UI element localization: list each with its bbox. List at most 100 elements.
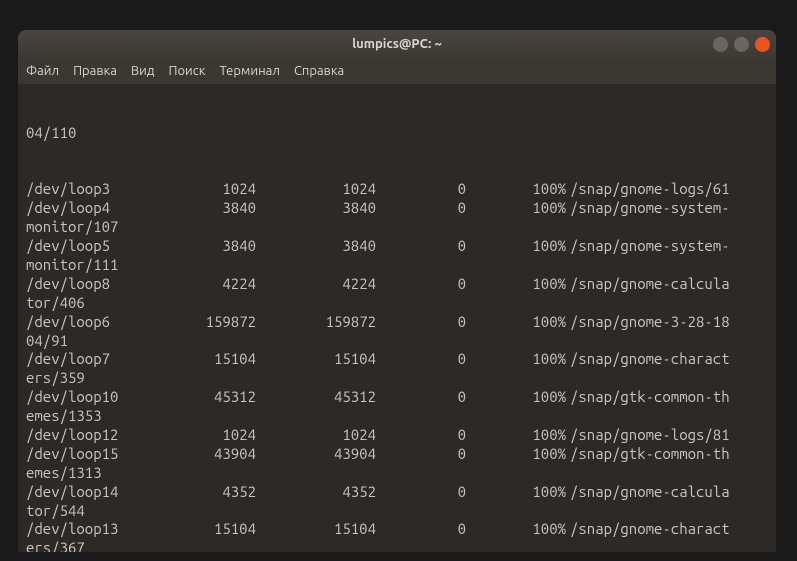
window-controls: [713, 37, 770, 52]
output-wrap-line: ers/359: [26, 369, 768, 388]
cell-avail: 0: [376, 199, 466, 218]
menu-view[interactable]: Вид: [131, 64, 155, 78]
cell-size: 159872: [136, 313, 256, 332]
terminal-window: lumpics@PC: ~ Файл Правка Вид Поиск Терм…: [18, 30, 776, 552]
table-row: /dev/loop1543904439040100%/snap/gtk-comm…: [26, 445, 768, 464]
cell-filesystem: /dev/loop5: [26, 237, 136, 256]
output-wrap-line: 04/91: [26, 332, 768, 351]
cell-mount: /snap/gnome-3-28-18: [566, 313, 730, 332]
cell-used: 4352: [256, 483, 376, 502]
cell-usepct: 100%: [466, 237, 566, 256]
output-wrap-line: emes/1353: [26, 407, 768, 426]
cell-mount: /snap/gnome-charact: [566, 520, 730, 539]
cell-filesystem: /dev/loop10: [26, 388, 136, 407]
cell-filesystem: /dev/loop15: [26, 445, 136, 464]
cell-size: 3840: [136, 199, 256, 218]
cell-avail: 0: [376, 426, 466, 445]
cell-filesystem: /dev/loop4: [26, 199, 136, 218]
cell-size: 43904: [136, 445, 256, 464]
output-wrap-line: tor/406: [26, 294, 768, 313]
cell-used: 15104: [256, 350, 376, 369]
cell-usepct: 100%: [466, 180, 566, 199]
menu-terminal[interactable]: Терминал: [219, 64, 279, 78]
close-icon[interactable]: [755, 37, 770, 52]
cell-filesystem: /dev/loop14: [26, 483, 136, 502]
cell-usepct: 100%: [466, 445, 566, 464]
menubar: Файл Правка Вид Поиск Терминал Справка: [18, 58, 776, 84]
cell-filesystem: /dev/loop3: [26, 180, 136, 199]
cell-filesystem: /dev/loop13: [26, 520, 136, 539]
table-row: /dev/loop4384038400100%/snap/gnome-syste…: [26, 199, 768, 218]
cell-mount: /snap/gnome-system-: [566, 237, 730, 256]
table-row: /dev/loop1315104151040100%/snap/gnome-ch…: [26, 520, 768, 539]
maximize-icon[interactable]: [734, 37, 749, 52]
cell-mount: /snap/gnome-charact: [566, 350, 730, 369]
cell-used: 4224: [256, 275, 376, 294]
cell-avail: 0: [376, 350, 466, 369]
minimize-icon[interactable]: [713, 37, 728, 52]
table-row: /dev/loop715104151040100%/snap/gnome-cha…: [26, 350, 768, 369]
cell-usepct: 100%: [466, 388, 566, 407]
cell-mount: /snap/gtk-common-th: [566, 445, 730, 464]
table-row: /dev/loop61598721598720100%/snap/gnome-3…: [26, 313, 768, 332]
menu-search[interactable]: Поиск: [168, 64, 205, 78]
cell-mount: /snap/gnome-calcula: [566, 483, 730, 502]
cell-avail: 0: [376, 275, 466, 294]
cell-used: 45312: [256, 388, 376, 407]
cell-usepct: 100%: [466, 426, 566, 445]
output-wrap-line: monitor/111: [26, 256, 768, 275]
cell-size: 4352: [136, 483, 256, 502]
cell-usepct: 100%: [466, 483, 566, 502]
cell-size: 15104: [136, 520, 256, 539]
cell-used: 43904: [256, 445, 376, 464]
menu-edit[interactable]: Правка: [73, 64, 117, 78]
output-wrap-line: emes/1313: [26, 464, 768, 483]
titlebar: lumpics@PC: ~: [18, 30, 776, 58]
cell-size: 4224: [136, 275, 256, 294]
table-row: /dev/loop14435243520100%/snap/gnome-calc…: [26, 483, 768, 502]
cell-avail: 0: [376, 313, 466, 332]
cell-usepct: 100%: [466, 199, 566, 218]
table-row: /dev/loop1045312453120100%/snap/gtk-comm…: [26, 388, 768, 407]
menu-help[interactable]: Справка: [294, 64, 344, 78]
cell-mount: /snap/gtk-common-th: [566, 388, 730, 407]
cell-usepct: 100%: [466, 520, 566, 539]
cell-filesystem: /dev/loop8: [26, 275, 136, 294]
cell-used: 159872: [256, 313, 376, 332]
cell-usepct: 100%: [466, 275, 566, 294]
cell-size: 3840: [136, 237, 256, 256]
cell-avail: 0: [376, 445, 466, 464]
terminal-body[interactable]: 04/110 /dev/loop3102410240100%/snap/gnom…: [18, 84, 776, 552]
cell-mount: /snap/gnome-logs/81: [566, 426, 730, 445]
cell-used: 1024: [256, 180, 376, 199]
output-wrap-line: ers/367: [26, 539, 768, 552]
cell-size: 45312: [136, 388, 256, 407]
cell-avail: 0: [376, 520, 466, 539]
cell-used: 15104: [256, 520, 376, 539]
table-row: /dev/loop8422442240100%/snap/gnome-calcu…: [26, 275, 768, 294]
menu-file[interactable]: Файл: [26, 64, 59, 78]
cell-filesystem: /dev/loop6: [26, 313, 136, 332]
df-output: /dev/loop3102410240100%/snap/gnome-logs/…: [26, 180, 768, 552]
table-row: /dev/loop12102410240100%/snap/gnome-logs…: [26, 426, 768, 445]
cell-avail: 0: [376, 180, 466, 199]
cell-mount: /snap/gnome-system-: [566, 199, 730, 218]
cell-usepct: 100%: [466, 313, 566, 332]
cell-used: 1024: [256, 426, 376, 445]
cell-avail: 0: [376, 483, 466, 502]
cell-size: 15104: [136, 350, 256, 369]
cell-filesystem: /dev/loop7: [26, 350, 136, 369]
cell-mount: /snap/gnome-calcula: [566, 275, 730, 294]
cell-avail: 0: [376, 388, 466, 407]
cell-size: 1024: [136, 426, 256, 445]
cell-mount: /snap/gnome-logs/61: [566, 180, 730, 199]
table-row: /dev/loop5384038400100%/snap/gnome-syste…: [26, 237, 768, 256]
cell-filesystem: /dev/loop12: [26, 426, 136, 445]
cell-usepct: 100%: [466, 350, 566, 369]
output-wrap-line: tor/544: [26, 502, 768, 521]
cell-size: 1024: [136, 180, 256, 199]
window-title: lumpics@PC: ~: [352, 37, 442, 51]
output-wrap-line: 04/110: [26, 124, 768, 143]
cell-used: 3840: [256, 237, 376, 256]
output-wrap-line: monitor/107: [26, 218, 768, 237]
